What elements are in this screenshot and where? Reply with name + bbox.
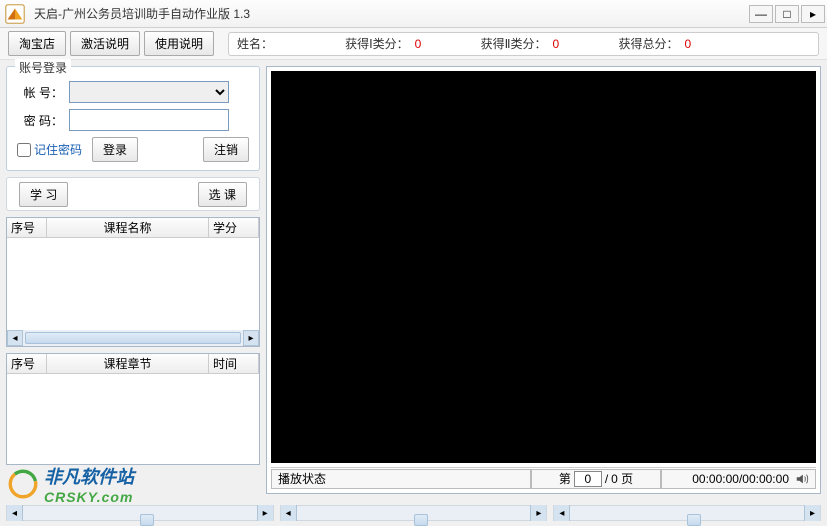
remember-label: 记住密码 bbox=[34, 141, 82, 158]
cat2-label: 获得Ⅱ类分： bbox=[481, 35, 547, 52]
time-cell: 00:00:00/00:00:00 bbox=[661, 469, 816, 489]
login-button[interactable]: 登录 bbox=[92, 137, 138, 162]
col-no2[interactable]: 序号 bbox=[7, 354, 47, 373]
chapter-grid: 序号 课程章节 时间 bbox=[6, 353, 260, 465]
course-grid-header: 序号 课程名称 学分 bbox=[7, 218, 259, 238]
bs1-right-icon[interactable]: ▸ bbox=[257, 505, 273, 521]
taobao-button[interactable]: 淘宝店 bbox=[8, 31, 66, 56]
usage-button[interactable]: 使用说明 bbox=[144, 31, 214, 56]
watermark: 非凡软件站 CRSKY.com bbox=[6, 463, 134, 505]
watermark-line2: CRSKY.com bbox=[44, 489, 134, 505]
app-logo-icon bbox=[4, 3, 26, 25]
page-sep: / bbox=[605, 472, 608, 486]
maximize-button[interactable]: □ bbox=[775, 5, 799, 23]
action-bar: 学 习 选 课 bbox=[6, 177, 260, 211]
col-credit[interactable]: 学分 bbox=[209, 218, 259, 237]
logout-button[interactable]: 注销 bbox=[203, 137, 249, 162]
bottom-scrollbars: ◂ ▸ ◂ ▸ ◂ ▸ bbox=[6, 505, 821, 521]
score-panel: 姓名： 获得Ⅰ类分： 0 获得Ⅱ类分： 0 获得总分： 0 bbox=[228, 32, 819, 56]
total-label: 获得总分： bbox=[619, 35, 679, 52]
bs1-thumb[interactable] bbox=[140, 514, 154, 526]
page-total: 0 页 bbox=[611, 470, 633, 487]
main-area: 账号登录 帐 号： 密 码： 记住密码 登录 注销 学 习 选 课 bbox=[0, 60, 827, 500]
cat1-label: 获得Ⅰ类分： bbox=[345, 35, 409, 52]
cat2-value: 0 bbox=[553, 37, 613, 51]
left-column: 账号登录 帐 号： 密 码： 记住密码 登录 注销 学 习 选 课 bbox=[6, 66, 260, 494]
page-cell: 第 / 0 页 bbox=[531, 469, 661, 489]
page-prefix: 第 bbox=[559, 470, 571, 487]
col-no[interactable]: 序号 bbox=[7, 218, 47, 237]
watermark-logo-icon bbox=[6, 467, 40, 501]
account-select[interactable] bbox=[69, 81, 229, 103]
chapter-grid-header: 序号 课程章节 时间 bbox=[7, 354, 259, 374]
bs2-thumb[interactable] bbox=[414, 514, 428, 526]
remember-checkbox[interactable] bbox=[17, 143, 31, 157]
top-toolbar: 淘宝店 激活说明 使用说明 姓名： 获得Ⅰ类分： 0 获得Ⅱ类分： 0 获得总分… bbox=[0, 28, 827, 60]
bottom-scroll-2[interactable]: ◂ ▸ bbox=[280, 505, 548, 521]
name-label: 姓名： bbox=[237, 35, 273, 52]
right-column: 播放状态 第 / 0 页 00:00:00/00:00:00 bbox=[266, 66, 821, 494]
course-scrollbar[interactable]: ◂ ▸ bbox=[7, 330, 259, 346]
scroll-thumb[interactable] bbox=[25, 332, 241, 344]
bs3-thumb[interactable] bbox=[687, 514, 701, 526]
scroll-left-icon[interactable]: ◂ bbox=[7, 330, 23, 346]
video-area[interactable] bbox=[271, 71, 816, 463]
select-course-button[interactable]: 选 课 bbox=[198, 182, 247, 207]
scroll-right-icon[interactable]: ▸ bbox=[243, 330, 259, 346]
col-name[interactable]: 课程名称 bbox=[47, 218, 209, 237]
bottom-scroll-3[interactable]: ◂ ▸ bbox=[553, 505, 821, 521]
bs2-left-icon[interactable]: ◂ bbox=[281, 505, 297, 521]
col-time[interactable]: 时间 bbox=[209, 354, 259, 373]
watermark-line1: 非凡软件站 bbox=[44, 463, 134, 489]
password-input[interactable] bbox=[69, 109, 229, 131]
course-grid-body[interactable] bbox=[7, 238, 259, 330]
time-text: 00:00:00/00:00:00 bbox=[692, 472, 789, 486]
bs2-right-icon[interactable]: ▸ bbox=[530, 505, 546, 521]
login-legend: 账号登录 bbox=[15, 59, 71, 76]
course-grid: 序号 课程名称 学分 ◂ ▸ bbox=[6, 217, 260, 347]
remember-checkbox-wrap[interactable]: 记住密码 bbox=[17, 141, 82, 158]
bottom-scroll-1[interactable]: ◂ ▸ bbox=[6, 505, 274, 521]
play-state-cell: 播放状态 bbox=[271, 469, 531, 489]
window-title: 天启-广州公务员培训助手自动作业版 1.3 bbox=[34, 5, 749, 22]
password-label: 密 码： bbox=[17, 112, 63, 129]
activate-button[interactable]: 激活说明 bbox=[70, 31, 140, 56]
volume-icon[interactable] bbox=[795, 472, 809, 486]
bs3-left-icon[interactable]: ◂ bbox=[554, 505, 570, 521]
login-group: 账号登录 帐 号： 密 码： 记住密码 登录 注销 bbox=[6, 66, 260, 171]
chapter-grid-body[interactable] bbox=[7, 374, 259, 464]
col-chapter[interactable]: 课程章节 bbox=[47, 354, 209, 373]
total-value: 0 bbox=[685, 37, 715, 51]
title-bar: 天启-广州公务员培训助手自动作业版 1.3 — □ ▸ bbox=[0, 0, 827, 28]
bs3-right-icon[interactable]: ▸ bbox=[804, 505, 820, 521]
status-bar: 播放状态 第 / 0 页 00:00:00/00:00:00 bbox=[271, 467, 816, 489]
close-button[interactable]: ▸ bbox=[801, 5, 825, 23]
page-current-input[interactable] bbox=[574, 471, 602, 487]
bs1-left-icon[interactable]: ◂ bbox=[7, 505, 23, 521]
minimize-button[interactable]: — bbox=[749, 5, 773, 23]
account-label: 帐 号： bbox=[17, 84, 63, 101]
cat1-value: 0 bbox=[415, 37, 475, 51]
study-button[interactable]: 学 习 bbox=[19, 182, 68, 207]
